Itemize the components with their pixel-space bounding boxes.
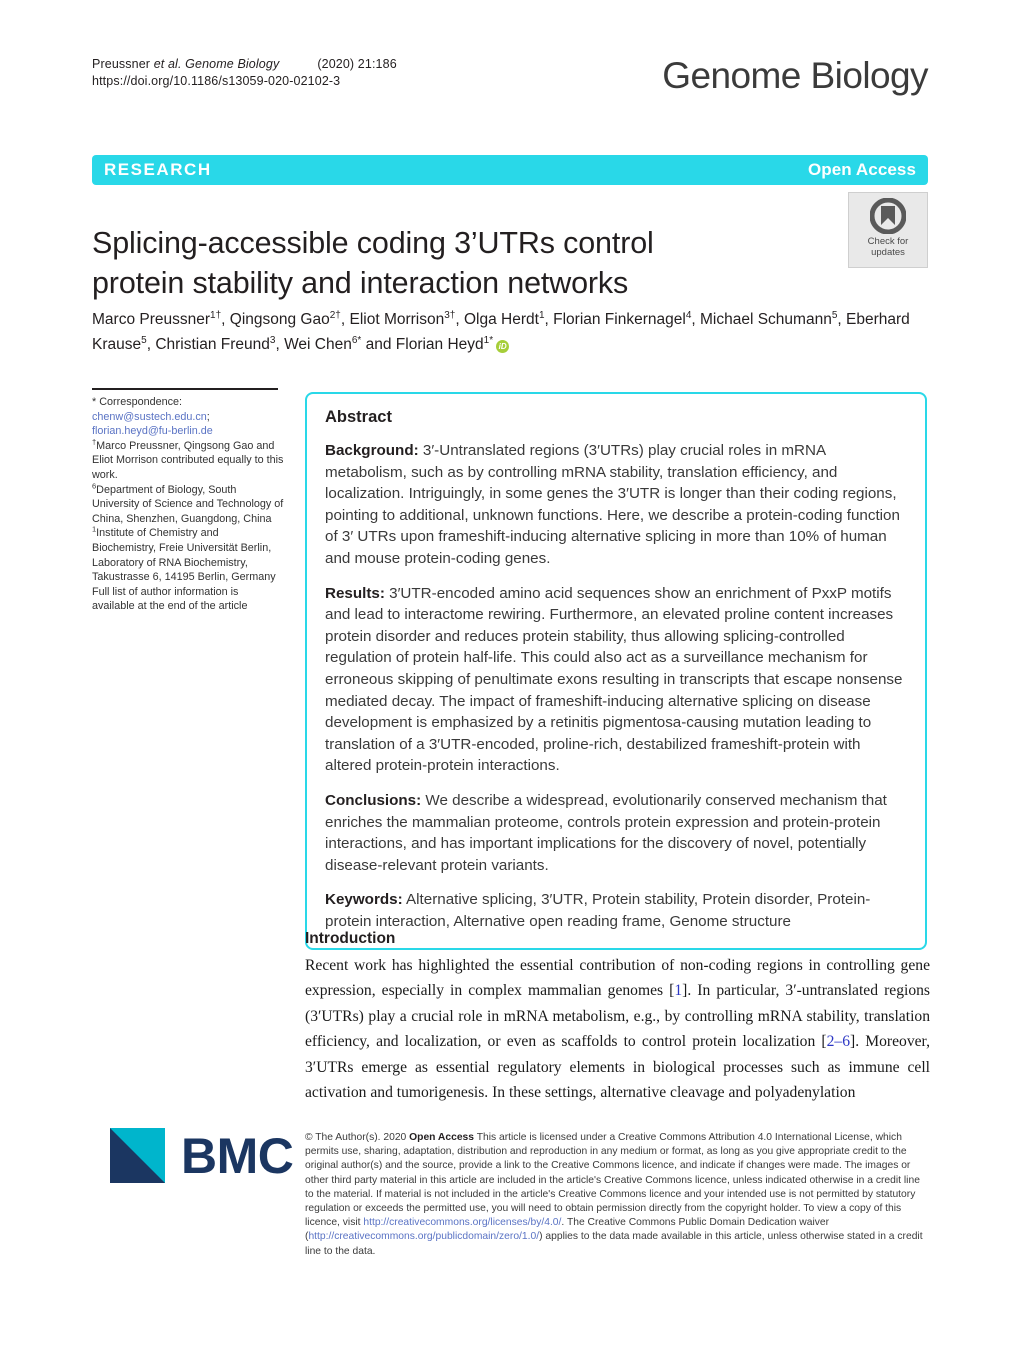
introduction-paragraph: Recent work has highlighted the essentia… (305, 953, 930, 1105)
crossmark-line-2: updates (871, 247, 905, 258)
abstract-keywords-text: Alternative splicing, 3′UTR, Protein sta… (325, 891, 871, 930)
affiliation-6: 6Department of Biology, South University… (92, 482, 284, 527)
correspondence-email-1[interactable]: chenw@sustech.edu.cn (92, 411, 207, 423)
open-access-label: Open Access (807, 160, 916, 179)
publisher-logo: BMC (110, 1127, 294, 1184)
title-line-2: protein stability and interaction networ… (92, 266, 629, 301)
author-affiliation-marker: 5 (141, 334, 147, 346)
author-affiliation-marker: 1 (538, 309, 545, 321)
author-name: Christian Freund (155, 336, 270, 353)
author-affiliation-marker: 2† (329, 309, 341, 321)
author-affiliation-marker: 5 (831, 309, 838, 321)
correspondence-email-2[interactable]: florian.heyd@fu-berlin.de (92, 425, 213, 437)
running-head: Preussner et al. Genome Biology (2020) 21… (92, 56, 397, 90)
abstract-results-label: Results: (325, 584, 385, 602)
correspondence-sidebar: * Correspondence: chenw@sustech.edu.cn; … (92, 388, 284, 614)
author-affiliation-marker: 3† (444, 309, 456, 321)
abstract-background: Background: 3′-Untranslated regions (3′U… (325, 440, 905, 570)
author-name: Qingsong Gao (229, 311, 330, 328)
abstract-results: Results: 3′UTR-encoded amino acid sequen… (325, 583, 905, 777)
title-line-1: Splicing-accessible coding 3’UTRs contro… (92, 226, 654, 261)
introduction-section: Introduction Recent work has highlighted… (305, 930, 930, 1105)
author-name: Wei Chen (284, 336, 352, 353)
author-affiliation-marker: 1* (483, 334, 494, 346)
article-page: Preussner et al. Genome Biology (2020) 21… (0, 0, 1020, 1359)
author-affiliation-marker: 3 (269, 334, 276, 346)
correspondence-prefix: * Correspondence: (92, 396, 183, 408)
introduction-heading: Introduction (305, 930, 396, 947)
abstract-keywords-label: Keywords: (325, 891, 403, 909)
orcid-icon[interactable]: iD (496, 340, 510, 353)
author-name: Florian Heyd (395, 336, 484, 353)
license-link-by40[interactable]: http://creativecommons.org/licenses/by/4… (363, 1217, 561, 1228)
citation-ref-2-6[interactable]: 2–6 (827, 1033, 850, 1050)
author-name: Olga Herdt (463, 311, 539, 328)
affiliation-1: 1Institute of Chemistry and Biochemistry… (92, 526, 284, 584)
abstract-conclusions: Conclusions: We describe a widespread, e… (325, 790, 905, 876)
crossmark-icon (870, 198, 906, 234)
author-list: Marco Preussner1†, Qingsong Gao2†, Eliot… (92, 309, 910, 353)
author-name: Michael Schumann (700, 311, 832, 328)
citation-ref-1[interactable]: 1 (674, 982, 682, 999)
article-type-label: RESEARCH (104, 160, 212, 179)
page-title: Splicing-accessible coding 3’UTRs contro… (92, 223, 812, 303)
doi-link[interactable]: https://doi.org/10.1186/s13059-020-02102… (92, 73, 397, 90)
author-name: Florian Finkernagel (553, 311, 686, 328)
affiliation-6-text: Department of Biology, South University … (92, 483, 284, 525)
abstract-background-text: 3′-Untranslated regions (3′UTRs) play cr… (325, 442, 900, 567)
equal-contribution-note: †Marco Preussner, Qingsong Gao and Eliot… (92, 438, 284, 483)
license-statement: © The Author(s). 2020 Open Access This a… (305, 1131, 927, 1259)
affiliation-1-text: Institute of Chemistry and Biochemistry,… (92, 527, 276, 584)
license-copyright: © The Author(s). 2020 (305, 1132, 410, 1143)
license-text-1: This article is licensed under a Creativ… (305, 1132, 920, 1229)
abstract-results-text: 3′UTR-encoded amino acid sequences show … (325, 584, 903, 775)
article-type-bar: RESEARCH Open Access (92, 155, 928, 185)
publisher-name: BMC (181, 1127, 294, 1184)
author-affiliation-marker: 6* (351, 334, 362, 346)
author-affiliation-marker: 4 (685, 309, 692, 321)
abstract-heading: Abstract (325, 408, 392, 426)
running-head-journal: et al. Genome Biology (153, 57, 280, 71)
abstract-conclusions-label: Conclusions: (325, 791, 422, 809)
email-separator: ; (206, 410, 210, 423)
crossmark-line-1: Check for (867, 236, 909, 247)
author-name: Eliot Morrison (349, 311, 445, 328)
sidebar-divider (92, 388, 278, 390)
abstract-background-label: Background: (325, 442, 419, 459)
author-affiliation-marker: 1† (210, 309, 222, 321)
license-open-access: Open Access (409, 1132, 475, 1143)
abstract-keywords: Keywords: Alternative splicing, 3′UTR, P… (325, 889, 905, 932)
full-author-list-note: Full list of author information is avail… (92, 585, 248, 613)
license-link-cc0[interactable]: http://creativecommons.org/publicdomain/… (308, 1231, 539, 1242)
correspondence-block: * Correspondence: chenw@sustech.edu.cn; … (92, 395, 284, 439)
author-name: Marco Preussner (92, 311, 211, 328)
crossmark-badge[interactable]: Check for updates (848, 192, 928, 268)
journal-logo: Genome Biology (662, 55, 928, 96)
crossmark-text: Check for updates (868, 236, 909, 258)
abstract-box: Abstract Background: 3′-Untranslated reg… (305, 392, 927, 951)
running-head-volume: (2020) 21:186 (317, 57, 397, 71)
bmc-mark-icon (110, 1128, 165, 1183)
equal-contribution-text: Marco Preussner, Qingsong Gao and Eliot … (92, 439, 284, 481)
running-head-citation: Preussner (92, 57, 154, 71)
